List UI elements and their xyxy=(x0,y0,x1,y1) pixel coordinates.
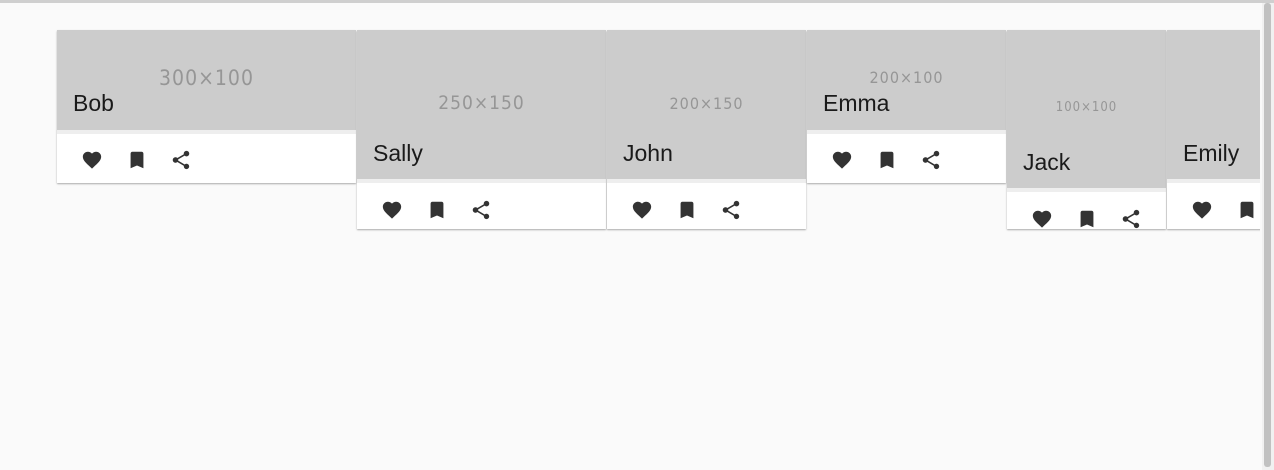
share-icon[interactable] xyxy=(170,149,192,171)
card-actions xyxy=(357,186,606,229)
placeholder-dimensions-label: 200×150 xyxy=(669,94,744,113)
card-grid: 300×100 Bob 250×150 Sally 200×150 John 2… xyxy=(0,0,1260,470)
share-icon[interactable] xyxy=(720,199,742,221)
share-icon[interactable] xyxy=(920,149,942,171)
card-jack: 100×100 Jack xyxy=(1007,30,1166,229)
bookmark-icon[interactable] xyxy=(1076,208,1098,229)
card-title: John xyxy=(623,140,673,166)
bookmark-icon[interactable] xyxy=(876,149,898,171)
heart-icon[interactable] xyxy=(831,149,853,171)
bookmark-icon[interactable] xyxy=(426,199,448,221)
placeholder-dimensions-label: 100×100 xyxy=(1055,100,1118,115)
card-title: Bob xyxy=(73,90,114,116)
heart-icon[interactable] xyxy=(381,199,403,221)
heart-icon[interactable] xyxy=(631,199,653,221)
heart-icon[interactable] xyxy=(81,149,103,171)
card-actions xyxy=(57,136,356,182)
bookmark-icon[interactable] xyxy=(1236,199,1258,221)
card-title: Emma xyxy=(823,90,890,116)
card-title: Jack xyxy=(1023,149,1071,175)
scrollbar-thumb[interactable] xyxy=(1264,3,1271,467)
card-image-placeholder: 200×150 John xyxy=(607,30,806,183)
heart-icon[interactable] xyxy=(1031,208,1053,229)
bookmark-icon[interactable] xyxy=(676,199,698,221)
card-image-placeholder: 200×100 Emma xyxy=(807,30,1006,134)
card-image-placeholder: 100×100 Jack xyxy=(1007,30,1166,192)
placeholder-dimensions-label: 300×100 xyxy=(159,66,254,90)
card-title: Sally xyxy=(373,140,423,166)
heart-icon[interactable] xyxy=(1191,199,1213,221)
share-icon[interactable] xyxy=(1120,208,1142,229)
card-image-placeholder: 300×100 Bob xyxy=(57,30,356,134)
card-bob: 300×100 Bob xyxy=(57,30,356,183)
card-john: 200×150 John xyxy=(607,30,806,229)
placeholder-dimensions-label: 250×150 xyxy=(438,92,525,114)
card-image-placeholder: 250×150 Sally xyxy=(357,30,606,183)
share-icon[interactable] xyxy=(470,199,492,221)
card-actions xyxy=(807,136,1006,182)
card-actions xyxy=(607,186,806,229)
card-emma: 200×100 Emma xyxy=(807,30,1006,183)
card-actions xyxy=(1007,195,1166,229)
card-sally: 250×150 Sally xyxy=(357,30,606,229)
card-actions xyxy=(1167,186,1260,229)
card-emily: Emily xyxy=(1167,30,1260,229)
card-image-placeholder: Emily xyxy=(1167,30,1260,183)
bookmark-icon[interactable] xyxy=(126,149,148,171)
placeholder-dimensions-label: 200×100 xyxy=(869,68,944,87)
card-title: Emily xyxy=(1183,140,1240,166)
